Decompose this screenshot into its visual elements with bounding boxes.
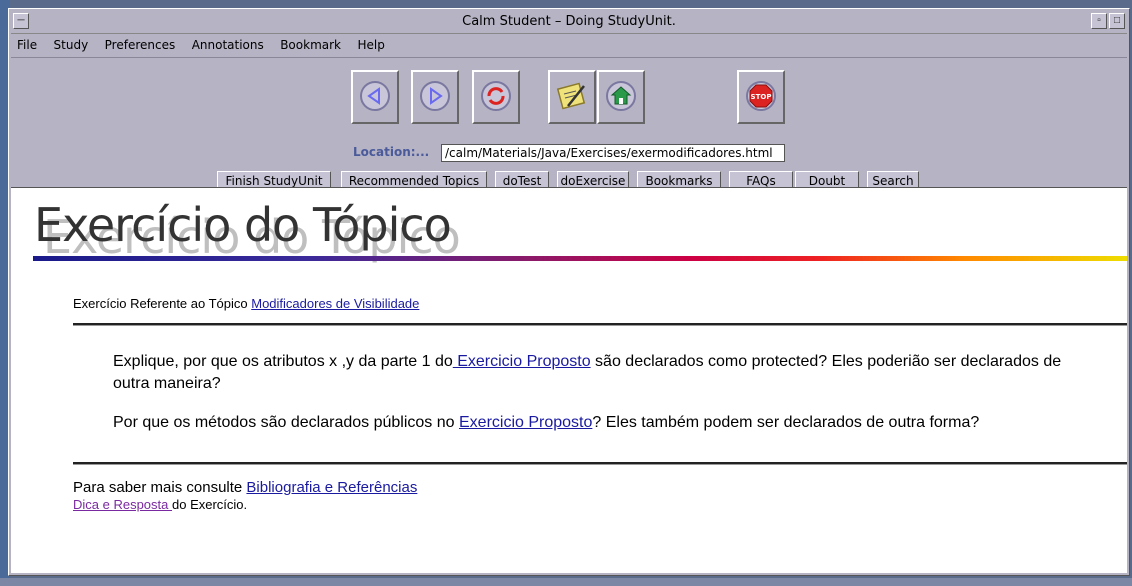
menu-file[interactable]: File <box>11 35 43 52</box>
footer-prefix: Para saber mais consulte <box>73 479 247 496</box>
page-content: Exercício do Tópico Exercício do Tópico … <box>11 187 1127 573</box>
notepad-icon <box>556 82 586 110</box>
title-bar[interactable]: ─ Calm Student – Doing StudyUnit. ▫ □ <box>11 11 1127 34</box>
menu-help[interactable]: Help <box>351 35 390 52</box>
stop-icon: STOP <box>746 81 776 111</box>
menu-preferences[interactable]: Preferences <box>99 35 182 52</box>
home-icon <box>606 81 636 111</box>
hint-link[interactable]: Dica e Resposta <box>73 497 172 512</box>
heading-divider <box>33 256 1127 261</box>
location-label: Location:... <box>353 145 430 159</box>
desktop-taskbar-edge <box>0 578 1132 586</box>
topic-link[interactable]: Modificadores de Visibilidade <box>251 296 419 311</box>
notepad-button[interactable] <box>548 70 596 124</box>
reload-icon <box>481 81 511 111</box>
back-icon <box>360 81 390 111</box>
stop-button[interactable]: STOP <box>737 70 785 124</box>
divider <box>73 462 1127 465</box>
toolbar: STOP Location:... /calm/Materials/Java/E… <box>11 59 1127 191</box>
svg-text:STOP: STOP <box>751 93 772 101</box>
menu-annotations[interactable]: Annotations <box>186 35 270 52</box>
exercise-link-1[interactable]: Exercicio Proposto <box>453 353 590 370</box>
back-button[interactable] <box>351 70 399 124</box>
exercise-link-2[interactable]: Exercicio Proposto <box>459 414 592 431</box>
divider <box>73 323 1127 326</box>
hint-line: Dica e Resposta do Exercício. <box>73 497 247 512</box>
window-title: Calm Student – Doing StudyUnit. <box>462 14 676 29</box>
reload-button[interactable] <box>472 70 520 124</box>
question-2-suffix: ? Eles também podem ser declarados de ou… <box>592 414 980 431</box>
topic-reference: Exercício Referente ao Tópico Modificado… <box>73 296 419 311</box>
menu-study[interactable]: Study <box>48 35 95 52</box>
question-2: Por que os métodos são declarados públic… <box>113 412 1093 434</box>
location-input[interactable]: /calm/Materials/Java/Exercises/exermodif… <box>441 144 785 162</box>
question-1: Explique, por que os atributos x ,y da p… <box>113 351 1093 395</box>
forward-button[interactable] <box>411 70 459 124</box>
forward-icon <box>420 81 450 111</box>
minimize-icon[interactable]: ▫ <box>1091 13 1107 29</box>
bibliography-link[interactable]: Bibliografia e Referências <box>246 479 417 496</box>
question-2-text: Por que os métodos são declarados públic… <box>113 414 459 431</box>
menu-bookmark[interactable]: Bookmark <box>274 35 347 52</box>
home-button[interactable] <box>597 70 645 124</box>
page-heading: Exercício do Tópico <box>34 198 452 252</box>
hint-suffix: do Exercício. <box>172 497 248 512</box>
browser-window: ─ Calm Student – Doing StudyUnit. ▫ □ Fi… <box>8 8 1130 576</box>
maximize-icon[interactable]: □ <box>1109 13 1125 29</box>
menu-bar: File Study Preferences Annotations Bookm… <box>11 35 1127 58</box>
footer-reference: Para saber mais consulte Bibliografia e … <box>73 479 417 496</box>
topic-prefix: Exercício Referente ao Tópico <box>73 296 252 311</box>
question-1-text: Explique, por que os atributos x ,y da p… <box>113 353 453 370</box>
